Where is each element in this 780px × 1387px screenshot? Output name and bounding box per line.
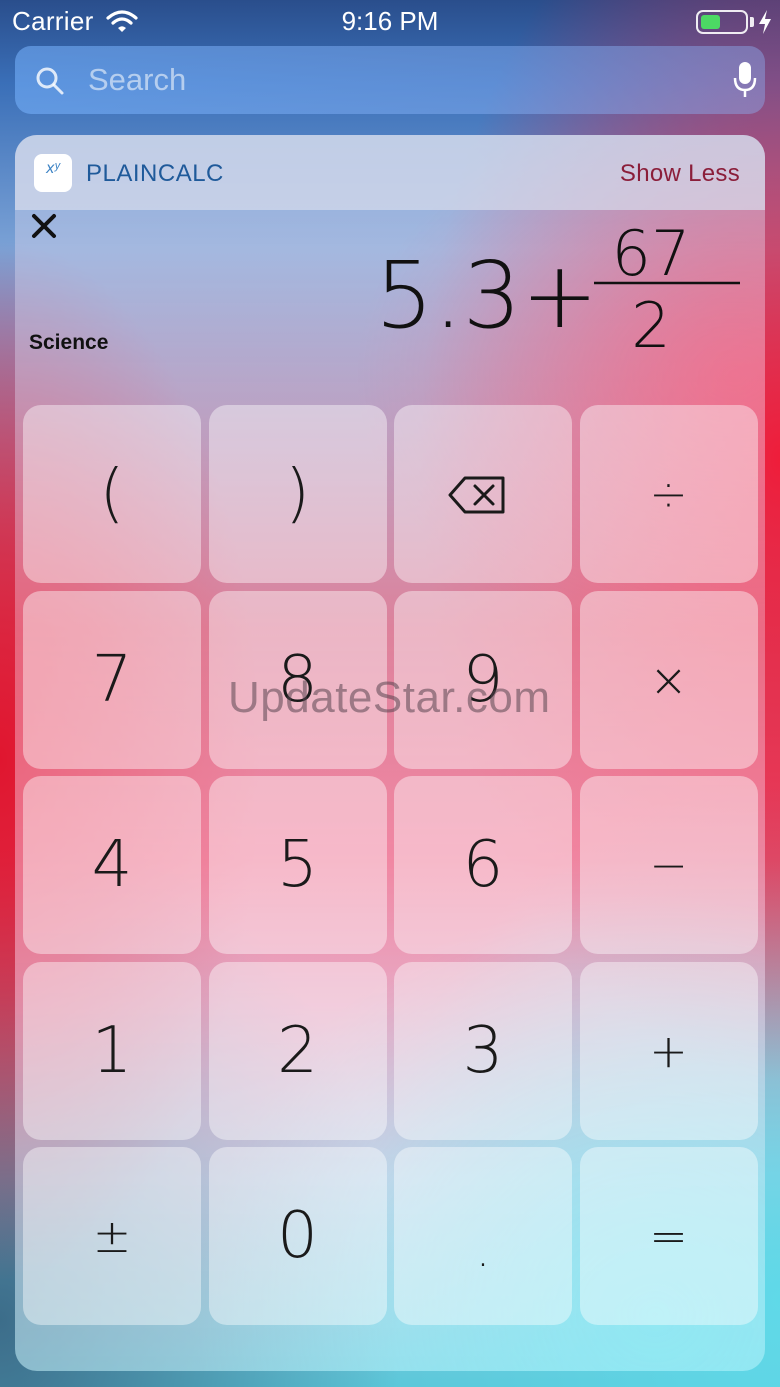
search-bar[interactable]: Search — [15, 46, 765, 114]
search-input[interactable]: Search — [88, 62, 186, 98]
key-label: 7 — [91, 642, 133, 717]
microphone-icon[interactable] — [733, 60, 757, 100]
expression-lead: 5.3+ — [375, 242, 598, 349]
key-label: ) — [285, 457, 310, 531]
status-bar: Carrier 9:16 PM — [0, 0, 780, 44]
key-label: ± — [92, 1209, 132, 1263]
digit-6-key[interactable]: 6 — [394, 776, 572, 954]
key-label: 4 — [91, 828, 133, 902]
expression-numerator: 67 — [612, 217, 691, 290]
plus-minus-key[interactable]: ± — [23, 1147, 201, 1325]
watermark: UpdateStar.com — [228, 673, 551, 722]
digit-3-key[interactable]: 3 — [394, 961, 572, 1140]
backspace-key[interactable] — [394, 405, 572, 583]
search-icon — [36, 67, 64, 95]
close-paren-key[interactable]: ) — [208, 405, 387, 583]
calculator-widget: xʸ PLAINCALC Show Less Science 5.3+ 67 2… — [15, 135, 765, 1371]
app-icon-glyph: xʸ — [46, 160, 60, 177]
key-label: 3 — [462, 1013, 504, 1088]
key-label: − — [649, 838, 688, 892]
open-paren-key[interactable]: ( — [23, 405, 201, 583]
battery-icon — [696, 10, 748, 34]
show-less-button[interactable]: Show Less — [620, 160, 740, 188]
digit-0-key[interactable]: 0 — [208, 1147, 387, 1325]
app-name: PLAINCALC — [86, 160, 224, 187]
key-label: × — [649, 652, 688, 707]
digit-2-key[interactable]: 2 — [208, 961, 387, 1140]
close-icon[interactable] — [31, 213, 57, 239]
key-label: 0 — [277, 1199, 318, 1273]
decimal-key[interactable]: . — [394, 1147, 572, 1325]
key-label: 5 — [277, 828, 318, 902]
expression-display: 5.3+ 67 2 — [375, 217, 740, 362]
key-label: ( — [99, 457, 125, 531]
battery-level — [701, 15, 720, 29]
subtract-key[interactable]: − — [579, 776, 758, 954]
key-label: + — [649, 1023, 688, 1078]
key-label: . — [476, 1225, 490, 1277]
battery-cap — [750, 17, 754, 27]
key-label: = — [649, 1209, 688, 1263]
digit-5-key[interactable]: 5 — [208, 776, 387, 954]
equals-key[interactable]: = — [579, 1147, 758, 1325]
multiply-key[interactable]: × — [579, 590, 758, 769]
backspace-icon — [448, 476, 505, 514]
divide-key[interactable]: ÷ — [579, 405, 758, 583]
key-label: 1 — [91, 1013, 133, 1088]
bolt-icon — [759, 10, 771, 34]
clock: 9:16 PM — [341, 6, 439, 36]
app-icon: xʸ — [34, 154, 72, 192]
add-key[interactable]: + — [579, 961, 758, 1140]
digit-7-key[interactable]: 7 — [23, 590, 201, 769]
widget-header: xʸ PLAINCALC Show Less — [15, 135, 765, 210]
key-label: ÷ — [649, 467, 688, 521]
digit-1-key[interactable]: 1 — [23, 961, 201, 1140]
key-label: 6 — [462, 828, 504, 902]
expression-denominator: 2 — [631, 289, 670, 362]
digit-4-key[interactable]: 4 — [23, 776, 201, 954]
mode-label[interactable]: Science — [29, 331, 108, 355]
key-label: 2 — [277, 1013, 318, 1088]
